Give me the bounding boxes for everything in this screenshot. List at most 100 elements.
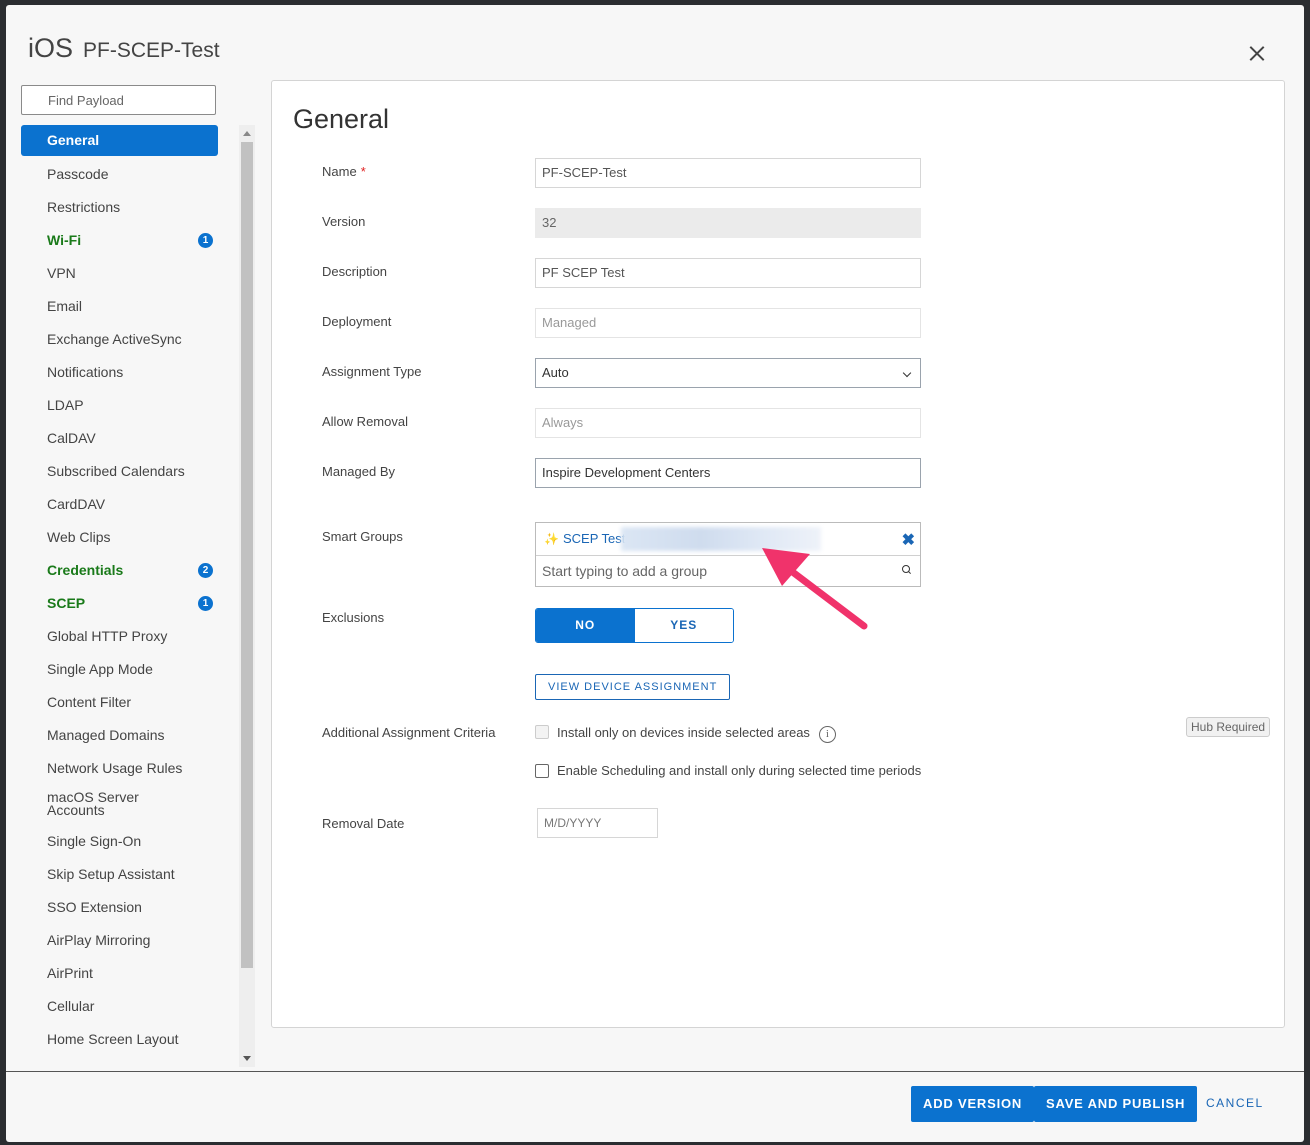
save-and-publish-button[interactable]: SAVE AND PUBLISH (1034, 1086, 1198, 1122)
sidebar-item-label: CalDAV (47, 430, 96, 446)
sidebar-item-label: Single Sign-On (47, 833, 142, 849)
sidebar-item-exchange-activesync[interactable]: Exchange ActiveSync (21, 323, 218, 356)
annotation-arrow-icon (762, 548, 868, 630)
sidebar-item-label: AirPrint (47, 965, 93, 981)
additional-criteria-label: Additional Assignment Criteria (322, 725, 496, 740)
sidebar-item-label: SSO Extension (47, 899, 142, 915)
sidebar-item-sso-extension[interactable]: SSO Extension (21, 891, 218, 924)
sidebar-item-label: Passcode (47, 166, 109, 182)
sidebar-item-skip-setup-assistant[interactable]: Skip Setup Assistant (21, 858, 218, 891)
sidebar-item-label: Notifications (47, 364, 124, 380)
managed-by-label: Managed By (322, 464, 395, 479)
description-label: Description (322, 264, 388, 279)
exclusions-yes-button[interactable]: YES (634, 609, 733, 642)
removal-date-input[interactable] (537, 808, 658, 838)
sidebar-item-label: General (47, 132, 100, 148)
sidebar-item-cellular[interactable]: Cellular (21, 990, 218, 1023)
cancel-button[interactable]: CANCEL (1206, 1096, 1264, 1110)
allow-removal-label: Allow Removal (322, 414, 408, 429)
sidebar-item-label: Web Clips (47, 529, 111, 545)
allow-removal-field: Always (535, 408, 921, 438)
sidebar-item-home-screen-layout[interactable]: Home Screen Layout (21, 1023, 218, 1056)
chevron-down-icon (902, 368, 912, 378)
close-icon[interactable] (1244, 41, 1270, 67)
sidebar-item-web-clips[interactable]: Web Clips (21, 521, 218, 554)
scheduling-option: Enable Scheduling and install only durin… (535, 763, 921, 778)
sidebar-item-vpn[interactable]: VPN (21, 257, 218, 290)
sidebar-item-ldap[interactable]: LDAP (21, 389, 218, 422)
sidebar-item-label: Managed Domains (47, 727, 165, 743)
footer-divider (6, 1071, 1304, 1072)
sidebar-item-single-sign-on[interactable]: Single Sign-On (21, 825, 218, 858)
sidebar-item-label: Network Usage Rules (47, 760, 183, 776)
exclusions-no-button[interactable]: NO (536, 609, 635, 642)
scroll-up-arrow-icon[interactable] (243, 131, 251, 136)
areas-option: Install only on devices inside selected … (535, 721, 836, 743)
sidebar-item-notifications[interactable]: Notifications (21, 356, 218, 389)
sidebar-item-general[interactable]: General (21, 125, 218, 156)
sidebar-item-label: Exchange ActiveSync (47, 331, 182, 347)
sidebar-item-caldav[interactable]: CalDAV (21, 422, 218, 455)
sidebar-item-network-usage-rules[interactable]: Network Usage Rules (21, 752, 218, 785)
name-label: Name * (322, 164, 366, 179)
description-field[interactable]: PF SCEP Test (535, 258, 921, 288)
smart-group-name[interactable]: SCEP Test (563, 531, 625, 546)
add-version-button[interactable]: ADD VERSION (911, 1086, 1035, 1122)
hub-required-badge: Hub Required (1186, 717, 1271, 737)
count-badge: 1 (198, 596, 213, 611)
sidebar-item-label: Home Screen Layout (47, 1031, 179, 1047)
sidebar-item-label: Content Filter (47, 694, 132, 710)
required-asterisk: * (360, 164, 366, 179)
name-field[interactable]: PF-SCEP-Test (535, 158, 921, 188)
payload-sidebar: General Passcode Restrictions Wi-Fi 1 VPN Emai… (21, 125, 218, 1056)
sidebar-item-label: Single App Mode (47, 661, 153, 677)
sidebar-item-restrictions[interactable]: Restrictions (21, 191, 218, 224)
find-payload-input[interactable] (21, 85, 216, 115)
count-badge: 2 (198, 563, 213, 578)
sidebar-item-credentials[interactable]: Credentials 2 (21, 554, 218, 587)
assignment-type-value: Auto (542, 365, 569, 380)
sidebar-item-content-filter[interactable]: Content Filter (21, 686, 218, 719)
sidebar-item-airprint[interactable]: AirPrint (21, 957, 218, 990)
sidebar-item-wi-fi[interactable]: Wi-Fi 1 (21, 224, 218, 257)
sidebar-item-managed-domains[interactable]: Managed Domains (21, 719, 218, 752)
assignment-type-label: Assignment Type (322, 364, 422, 379)
managed-by-field[interactable]: Inspire Development Centers (535, 458, 921, 488)
sidebar-item-global-http-proxy[interactable]: Global HTTP Proxy (21, 620, 218, 653)
deployment-label: Deployment (322, 314, 392, 329)
sidebar-item-passcode[interactable]: Passcode (21, 158, 218, 191)
scroll-down-arrow-icon[interactable] (243, 1056, 251, 1061)
remove-group-icon[interactable]: ✖ (902, 530, 915, 550)
sidebar-item-subscribed-calendars[interactable]: Subscribed Calendars (21, 455, 218, 488)
sidebar-item-macos-server-accounts[interactable]: macOS Server Accounts (21, 785, 218, 825)
sidebar-item-label: Wi-Fi (47, 232, 82, 248)
profile-modal: iOS PF-SCEP-Test General Passcode Restrict… (6, 5, 1304, 1142)
sidebar-item-single-app-mode[interactable]: Single App Mode (21, 653, 218, 686)
sidebar-item-label: Skip Setup Assistant (47, 866, 175, 882)
sidebar-item-carddav[interactable]: CardDAV (21, 488, 218, 521)
panel-title: General (293, 104, 390, 134)
scheduling-checkbox[interactable] (535, 763, 549, 778)
sidebar-item-email[interactable]: Email (21, 290, 218, 323)
view-device-assignment-button[interactable]: VIEW DEVICE ASSIGNMENT (535, 674, 731, 700)
modal-title: iOS PF-SCEP-Test (28, 33, 220, 64)
smart-groups-label: Smart Groups (322, 529, 403, 544)
scrollbar-thumb[interactable] (241, 142, 253, 968)
smart-group-wand-icon: ✨ (544, 532, 559, 546)
sidebar-item-scep[interactable]: SCEP 1 (21, 587, 218, 620)
sidebar-item-airplay-mirroring[interactable]: AirPlay Mirroring (21, 924, 218, 957)
sidebar-scrollbar[interactable] (239, 125, 255, 1067)
exclusions-toggle: NO YES (535, 608, 734, 643)
version-label: Version (322, 214, 366, 229)
sidebar-item-label: LDAP (47, 397, 84, 413)
info-icon[interactable]: i (818, 726, 836, 743)
areas-checkbox[interactable] (535, 725, 549, 739)
sidebar-item-label: Global HTTP Proxy (47, 628, 168, 644)
removal-date-label: Removal Date (322, 816, 405, 831)
sidebar-item-label: CardDAV (47, 496, 106, 512)
sidebar-item-label: SCEP (47, 595, 86, 611)
sidebar-item-label: Cellular (47, 998, 95, 1014)
assignment-type-select[interactable]: Auto (535, 358, 921, 388)
name-label-text: Name (322, 164, 357, 179)
deployment-field: Managed (535, 308, 921, 338)
